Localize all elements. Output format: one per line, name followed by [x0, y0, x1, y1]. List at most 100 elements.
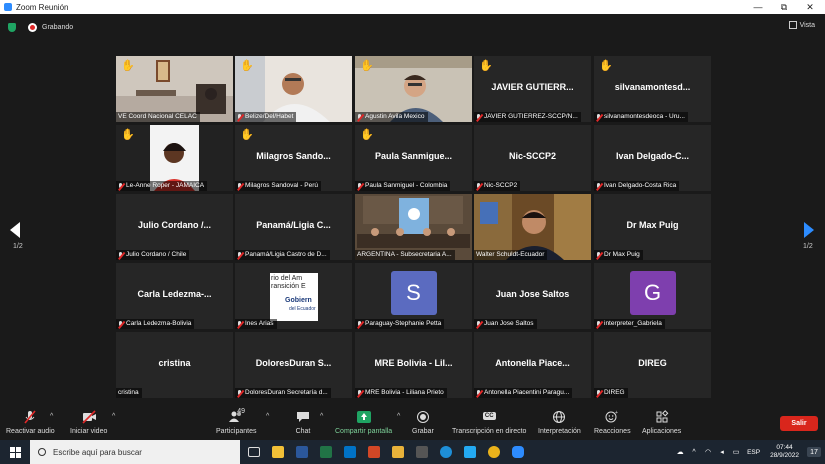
- view-label: Vista: [799, 21, 815, 29]
- reactions-label: Reacciones: [594, 428, 631, 435]
- language-indicator[interactable]: ESP: [747, 449, 760, 456]
- word-icon[interactable]: [292, 440, 312, 464]
- muted-mic-icon: [357, 389, 363, 397]
- participant-tile[interactable]: ✋ VE Coord Nacional CELAC: [116, 56, 233, 122]
- participants-caret-icon[interactable]: ^: [266, 413, 269, 420]
- participant-tile[interactable]: silvanamontesd... ✋ silvanamontesdeoca - U…: [594, 56, 711, 122]
- edge-icon[interactable]: [436, 440, 456, 464]
- powerpoint-icon[interactable]: [364, 440, 384, 464]
- participant-tile[interactable]: DoloresDuran S... DoloresDuran Secretaría…: [235, 332, 352, 398]
- participant-tile[interactable]: JAVIER GUTIERR... ✋ JAVIER GUTIERREZ-SCCP/…: [474, 56, 591, 122]
- participant-label: Juan Jose Saltos: [474, 319, 537, 329]
- participant-tile[interactable]: Nic-SCCP2 Nic-SCCP2: [474, 125, 591, 191]
- participant-tile[interactable]: ✋ Le-Anne Roper - JAMAICA: [116, 125, 233, 191]
- chat-button[interactable]: Chat: [295, 410, 311, 435]
- muted-mic-icon: [596, 113, 602, 121]
- participant-tile[interactable]: ARGENTINA - Subsecretaria A...: [355, 194, 472, 260]
- muted-mic-icon: [357, 320, 363, 328]
- previous-page-arrow-icon[interactable]: [10, 222, 20, 238]
- start-video-button[interactable]: Iniciar video: [70, 410, 107, 435]
- next-page-arrow-icon[interactable]: [804, 222, 814, 238]
- participant-name: Paula Sanmiguel - Colombia: [365, 182, 448, 189]
- participant-tile[interactable]: Ivan Delgado-C... Ivan Delgado-Costa Rica: [594, 125, 711, 191]
- search-placeholder: Escribe aquí para buscar: [53, 447, 142, 457]
- participant-tile[interactable]: Ginterpreter_Gabriela: [594, 263, 711, 329]
- live-transcript-button[interactable]: CC Transcripción en directo: [452, 410, 526, 435]
- calculator-icon[interactable]: [412, 440, 432, 464]
- window-title: Zoom Reunión: [16, 2, 69, 12]
- encryption-shield-icon[interactable]: [8, 22, 16, 32]
- clock[interactable]: 07:44 28/9/2022: [770, 444, 799, 460]
- zoom-app-icon: [4, 3, 12, 11]
- zoom-taskbar-icon[interactable]: [508, 440, 528, 464]
- participant-tile[interactable]: MRE Bolivia - Lil... MRE Bolivia - Lilian…: [355, 332, 472, 398]
- apps-button[interactable]: Aplicaciones: [642, 410, 681, 435]
- participant-tile[interactable]: Walter Schuldt-Ecuador: [474, 194, 591, 260]
- participant-tile[interactable]: Dr Max Puig Dr Max Puig: [594, 194, 711, 260]
- participant-tile[interactable]: cristina cristina: [116, 332, 233, 398]
- participant-label: cristina: [116, 388, 142, 398]
- battery-icon[interactable]: ▭: [731, 447, 741, 457]
- participant-label: Julio Cordano / Chile: [116, 250, 190, 260]
- participant-tile[interactable]: ✋ Belize/Del/Habet: [235, 56, 352, 122]
- up-chevron-icon[interactable]: ^: [689, 447, 699, 457]
- participant-name: Dr Max Puig: [604, 251, 640, 258]
- speaker-icon[interactable]: ◂: [717, 447, 727, 457]
- folder-icon[interactable]: [388, 440, 408, 464]
- participant-tile[interactable]: S Paraguay-Stephanie Petta: [355, 263, 472, 329]
- participant-tile[interactable]: DIREG DIREG: [594, 332, 711, 398]
- close-button[interactable]: ✕: [797, 0, 823, 14]
- chat-caret-icon[interactable]: ^: [320, 413, 323, 420]
- chat-label: Chat: [295, 428, 311, 435]
- apps-label: Aplicaciones: [642, 428, 682, 435]
- participant-tile[interactable]: Paula Sanmigue... ✋ Paula Sanmiguel - Colo…: [355, 125, 472, 191]
- windows-logo-icon: [9, 446, 21, 458]
- share-caret-icon[interactable]: ^: [397, 413, 400, 420]
- participant-tile[interactable]: Milagros Sando... ✋ Milagros Sandoval - Pe…: [235, 125, 352, 191]
- interpretation-button[interactable]: Interpretación: [538, 410, 581, 435]
- participant-label: VE Coord Nacional CELAC: [116, 112, 200, 122]
- participant-name-display: cristina: [158, 358, 191, 368]
- participant-tile[interactable]: Antonella Piace... Antonella Piacentini P…: [474, 332, 591, 398]
- meeting-topbar: Grabando: [0, 14, 825, 40]
- audio-options-caret-icon[interactable]: ^: [50, 413, 53, 420]
- leave-meeting-button[interactable]: Salir: [780, 416, 818, 431]
- chat-icon: [295, 410, 311, 424]
- taskbar-search-box[interactable]: Escribe aquí para buscar: [30, 440, 240, 464]
- outlook-icon[interactable]: [340, 440, 360, 464]
- cloud-icon[interactable]: ☁: [675, 447, 685, 457]
- video-options-caret-icon[interactable]: ^: [112, 413, 115, 420]
- view-button[interactable]: Vista: [788, 21, 815, 29]
- participant-label: Agustin Avila Mexico: [355, 112, 428, 122]
- participants-button[interactable]: 49 Participantes: [216, 408, 256, 435]
- grid-icon: [788, 21, 797, 29]
- participant-tile[interactable]: rio del Am ransición E Gobiern del Ecuador I…: [235, 263, 352, 329]
- participant-tile[interactable]: ✋ Agustin Avila Mexico: [355, 56, 472, 122]
- file-explorer-icon[interactable]: [268, 440, 288, 464]
- muted-mic-icon: [596, 389, 602, 397]
- start-button[interactable]: [0, 440, 30, 464]
- participant-tile[interactable]: Carla Ledezma-... Carla Ledezma-Bolivia: [116, 263, 233, 329]
- vscode-icon[interactable]: [460, 440, 480, 464]
- chrome-icon[interactable]: [484, 440, 504, 464]
- participant-tile[interactable]: Juan Jose Saltos Juan Jose Saltos: [474, 263, 591, 329]
- meeting-toolbar: Reactivar audio ^ Iniciar video ^ 49 Par…: [0, 406, 825, 440]
- task-view-icon[interactable]: [244, 440, 264, 464]
- participant-label: Le-Anne Roper - JAMAICA: [116, 181, 208, 191]
- minimize-button[interactable]: —: [745, 0, 771, 14]
- page-indicator-left: 1/2: [13, 243, 23, 250]
- record-button[interactable]: Grabar: [412, 410, 434, 435]
- wifi-icon[interactable]: ◠: [703, 447, 713, 457]
- participant-name: Carla Ledezma-Bolivia: [126, 320, 192, 327]
- participant-tile[interactable]: Panamá/Ligia C... Panamá/Ligia Castro de …: [235, 194, 352, 260]
- unmute-audio-button[interactable]: Reactivar audio: [6, 410, 55, 435]
- raised-hand-icon: ✋: [240, 129, 254, 141]
- participant-tile[interactable]: Julio Cordano /... Julio Cordano / Chile: [116, 194, 233, 260]
- participant-name-display: silvanamontesd...: [614, 82, 691, 92]
- participant-name: Juan Jose Saltos: [484, 320, 534, 327]
- restore-button[interactable]: ⧉: [771, 0, 797, 14]
- share-screen-button[interactable]: Compartir pantalla: [335, 410, 392, 435]
- reactions-button[interactable]: + Reacciones: [594, 410, 631, 435]
- notifications-icon[interactable]: 17: [807, 447, 821, 457]
- excel-icon[interactable]: [316, 440, 336, 464]
